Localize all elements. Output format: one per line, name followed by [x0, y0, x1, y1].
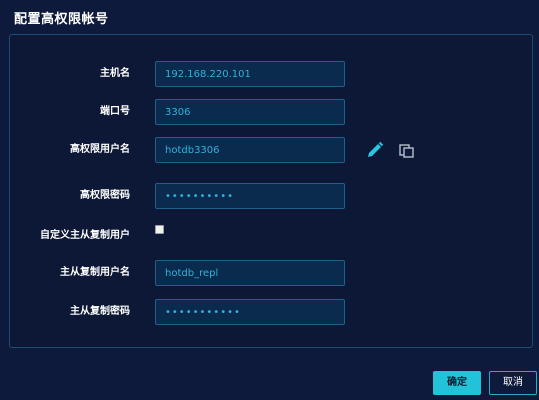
repl-password-input[interactable]	[155, 299, 345, 325]
pencil-icon[interactable]	[366, 141, 384, 159]
repl-user-label: 主从复制用户名	[60, 267, 130, 278]
admin-user-label: 高权限用户名	[70, 144, 130, 155]
custom-repl-user-checkbox[interactable]	[155, 225, 164, 234]
repl-user-row: 主从复制用户名	[0, 260, 539, 286]
port-row: 端口号	[0, 99, 539, 125]
admin-user-input[interactable]	[155, 137, 345, 163]
port-input[interactable]	[155, 99, 345, 125]
hostname-input[interactable]	[155, 61, 345, 87]
admin-password-row: 高权限密码	[0, 183, 539, 209]
copy-icon-graphic	[399, 144, 414, 158]
hostname-row: 主机名	[0, 61, 539, 87]
port-label: 端口号	[100, 106, 130, 117]
copy-icon[interactable]	[398, 141, 416, 159]
custom-repl-user-label: 自定义主从复制用户	[40, 230, 130, 241]
repl-password-label: 主从复制密码	[70, 306, 130, 317]
dialog-title: 配置高权限帐号	[14, 12, 109, 27]
admin-password-label: 高权限密码	[80, 190, 130, 201]
repl-user-input[interactable]	[155, 260, 345, 286]
repl-password-row: 主从复制密码	[0, 299, 539, 325]
custom-repl-user-row: 自定义主从复制用户	[0, 224, 539, 250]
admin-user-row: 高权限用户名	[0, 137, 539, 163]
config-admin-account-dialog: 配置高权限帐号 主机名 端口号 高权限用户名 高权限密码 自定义主从复制用户	[0, 0, 539, 400]
ok-button[interactable]: 确定	[433, 371, 481, 395]
pencil-icon-graphic	[368, 141, 384, 157]
cancel-button[interactable]: 取消	[489, 371, 537, 395]
admin-password-input[interactable]	[155, 183, 345, 209]
hostname-label: 主机名	[100, 68, 130, 79]
